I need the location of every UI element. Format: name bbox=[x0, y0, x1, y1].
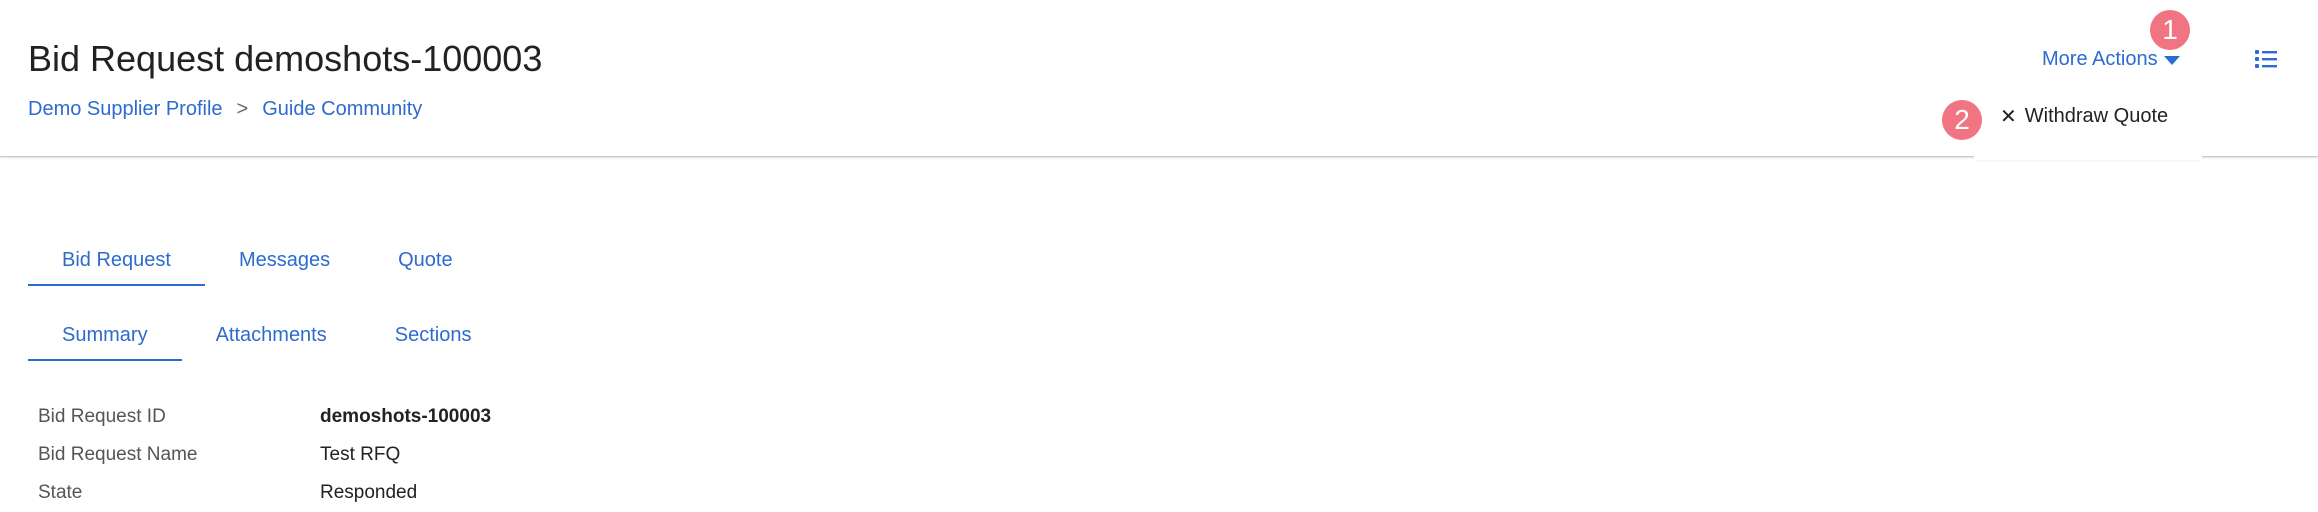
tab-quote[interactable]: Quote bbox=[364, 249, 486, 286]
list-icon[interactable] bbox=[2255, 49, 2277, 69]
withdraw-quote-label: Withdraw Quote bbox=[2024, 104, 2169, 127]
detail-label: Bid Request ID bbox=[38, 406, 166, 427]
secondary-tabs: Summary Attachments Sections bbox=[28, 324, 505, 361]
detail-value: demoshots-100003 bbox=[320, 406, 492, 427]
tab-attachments[interactable]: Attachments bbox=[182, 324, 361, 361]
withdraw-quote-menu-item[interactable]: ✕ Withdraw Quote bbox=[2000, 104, 2168, 128]
step-badge-2: 2 bbox=[1942, 100, 1982, 140]
tab-bid-request[interactable]: Bid Request bbox=[28, 249, 205, 286]
detail-value: Test RFQ bbox=[320, 444, 401, 465]
tab-summary[interactable]: Summary bbox=[28, 324, 182, 361]
caret-down-icon bbox=[2163, 56, 2180, 65]
primary-tabs: Bid Request Messages Quote bbox=[28, 249, 487, 286]
more-actions-label: More Actions bbox=[2042, 48, 2158, 70]
detail-label: Bid Request Name bbox=[38, 444, 198, 465]
tab-sections[interactable]: Sections bbox=[361, 324, 506, 361]
breadcrumb: Demo Supplier Profile > Guide Community bbox=[28, 98, 422, 121]
detail-row-id: Bid Request ID demoshots-100003 bbox=[38, 398, 491, 436]
tab-messages[interactable]: Messages bbox=[205, 249, 364, 286]
page-title: Bid Request demoshots-100003 bbox=[28, 38, 543, 79]
more-actions-button[interactable]: More Actions bbox=[2042, 48, 2180, 71]
more-actions-dropdown: ✕ Withdraw Quote bbox=[1974, 88, 2202, 160]
detail-row-state: State Responded bbox=[38, 474, 491, 512]
breadcrumb-separator: > bbox=[236, 98, 249, 120]
step-badge-1: 1 bbox=[2150, 10, 2190, 50]
bid-request-details: Bid Request ID demoshots-100003 Bid Requ… bbox=[38, 398, 491, 512]
detail-row-name: Bid Request Name Test RFQ bbox=[38, 436, 491, 474]
breadcrumb-supplier-profile-link[interactable]: Demo Supplier Profile bbox=[28, 98, 223, 121]
close-icon: ✕ bbox=[2000, 104, 2017, 128]
breadcrumb-community-link[interactable]: Guide Community bbox=[262, 98, 422, 121]
